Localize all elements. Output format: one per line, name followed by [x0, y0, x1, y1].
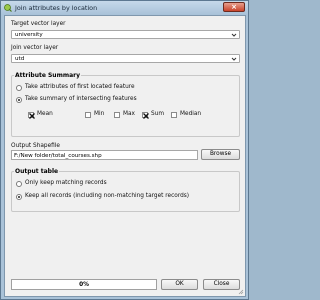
dialog-window: Join attributes by location × Target vec… — [0, 0, 249, 300]
target-layer-label: Target vector layer — [11, 21, 66, 27]
target-layer-select[interactable]: university — [11, 30, 240, 39]
join-layer-select[interactable]: utd — [11, 54, 240, 63]
output-shapefile-label: Output Shapefile — [11, 143, 60, 149]
attribute-summary-title: Attribute Summary — [14, 72, 82, 79]
progress-bar: 0% — [11, 279, 157, 290]
output-table-title: Output table — [14, 168, 60, 175]
mean-label: Mean — [37, 111, 53, 117]
all-records-radio[interactable] — [16, 194, 22, 200]
first-feature-label: Take attributes of first located feature — [25, 84, 135, 90]
title-bar[interactable]: Join attributes by location × — [1, 1, 248, 15]
window-title: Join attributes by location — [15, 4, 98, 12]
window-close-button[interactable]: × — [223, 2, 245, 12]
matching-records-radio[interactable] — [16, 181, 22, 187]
sum-label: Sum — [151, 111, 165, 117]
dialog-body: Target vector layer university Join vect… — [4, 15, 246, 297]
max-checkbox[interactable] — [114, 112, 120, 118]
output-table-group — [11, 171, 240, 212]
dropdown-arrow-icon — [230, 56, 238, 62]
min-label: Min — [94, 111, 105, 117]
min-checkbox[interactable] — [85, 112, 91, 118]
output-shapefile-value: F:/New folder/total_courses.shp — [14, 153, 102, 159]
ok-button[interactable]: OK — [161, 279, 198, 290]
max-label: Max — [123, 111, 135, 117]
mean-checkbox[interactable] — [28, 112, 35, 119]
qgis-logo-icon — [4, 4, 12, 12]
matching-records-label: Only keep matching records — [25, 180, 107, 186]
dropdown-arrow-icon — [230, 32, 238, 38]
output-shapefile-input[interactable]: F:/New folder/total_courses.shp — [11, 150, 198, 160]
resize-grip-icon[interactable] — [238, 289, 244, 295]
close-icon: × — [231, 3, 237, 11]
first-feature-radio[interactable] — [16, 85, 22, 91]
summary-radio[interactable] — [16, 97, 22, 103]
median-checkbox[interactable] — [171, 112, 177, 118]
all-records-label: Keep all records (including non-matching… — [25, 193, 190, 199]
join-layer-label: Join vector layer — [11, 45, 59, 51]
browse-button[interactable]: Browse — [201, 149, 240, 160]
close-button[interactable]: Close — [203, 279, 240, 290]
median-label: Median — [180, 111, 202, 117]
summary-label: Take summary of intersecting features — [25, 96, 137, 102]
checkmark-icon — [143, 113, 149, 119]
checkmark-icon — [29, 113, 35, 119]
sum-checkbox[interactable] — [142, 112, 149, 119]
progress-text: 0% — [79, 282, 89, 288]
join-layer-value: utd — [15, 56, 25, 62]
target-layer-value: university — [15, 32, 43, 38]
